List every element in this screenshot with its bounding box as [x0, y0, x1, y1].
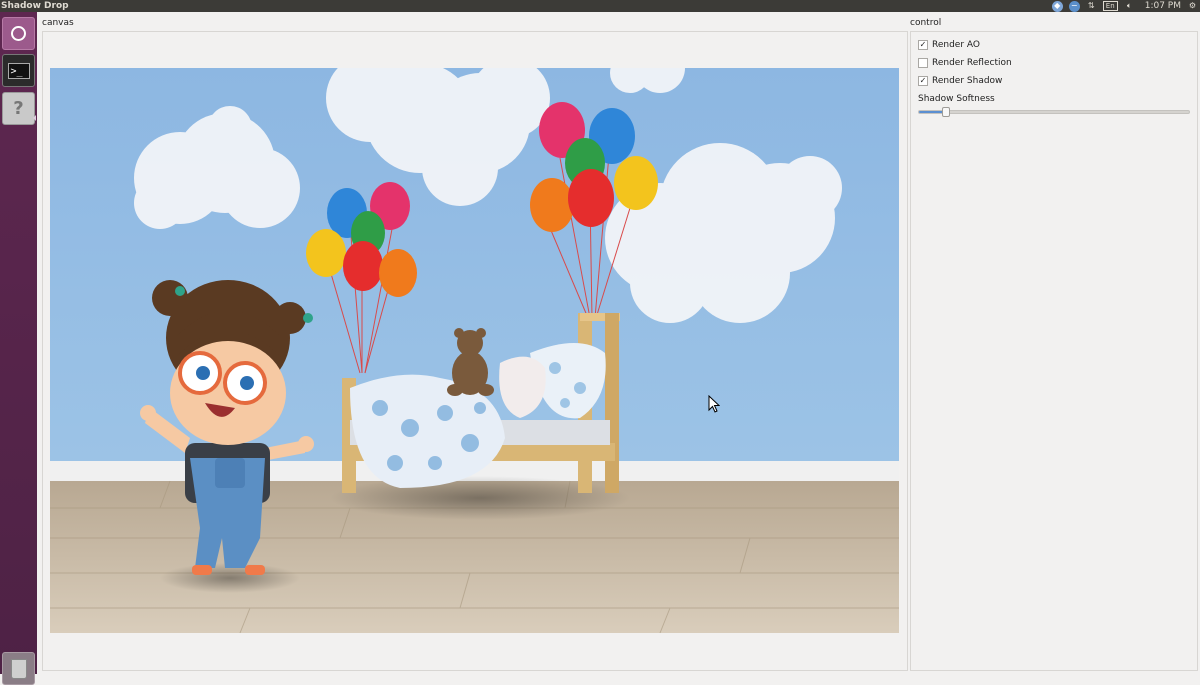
checkbox-box[interactable]	[918, 58, 928, 68]
render-ao-checkbox[interactable]: ✓ Render AO	[918, 38, 980, 52]
launcher-item-trash[interactable]	[2, 652, 35, 685]
keyboard-layout-indicator[interactable]: En	[1102, 1, 1118, 11]
gear-icon[interactable]: ⚙	[1187, 1, 1198, 12]
shadow-softness-label: Shadow Softness	[918, 94, 995, 104]
shadow-softness-slider[interactable]	[918, 107, 1190, 117]
mouse-cursor-icon	[708, 395, 720, 413]
render-reflection-checkbox[interactable]: Render Reflection	[918, 56, 1012, 70]
checkbox-label: Render Shadow	[932, 76, 1003, 86]
network-icon[interactable]: −	[1068, 0, 1080, 12]
canvas-group-label: canvas	[42, 18, 74, 28]
render-shadow-checkbox[interactable]: ✓ Render Shadow	[918, 74, 1002, 88]
launcher-item-help[interactable]: ?	[2, 92, 35, 125]
volume-icon[interactable]: 🔈︎	[1124, 1, 1135, 12]
active-app-pip	[33, 115, 36, 121]
checkbox-box[interactable]: ✓	[918, 76, 928, 86]
terminal-icon: >_	[7, 62, 30, 79]
trash-icon	[10, 658, 27, 679]
ubuntu-logo-icon	[11, 26, 26, 41]
slider-handle[interactable]	[942, 107, 950, 117]
question-icon: ?	[13, 98, 24, 119]
transfer-icon[interactable]: ⇅	[1086, 1, 1097, 12]
launcher: >_ ?	[0, 12, 37, 685]
top-panel: Shadow Drop ◆ − ⇅ En 🔈︎ 1:07 PM ⚙	[0, 0, 1200, 12]
dropbox-icon[interactable]: ◆	[1051, 0, 1063, 12]
control-group-label: control	[910, 18, 942, 28]
launcher-item-dash-home[interactable]	[2, 17, 35, 50]
window-title: Shadow Drop	[1, 1, 69, 11]
scene-illustration	[50, 68, 899, 633]
render-canvas[interactable]	[50, 68, 899, 633]
checkbox-label: Render Reflection	[932, 58, 1012, 68]
control-frame	[910, 31, 1198, 671]
checkbox-box[interactable]: ✓	[918, 40, 928, 50]
clock[interactable]: 1:07 PM	[1145, 0, 1181, 12]
launcher-item-terminal[interactable]: >_	[2, 54, 35, 87]
checkbox-label: Render AO	[932, 40, 980, 50]
indicator-area: ◆ − ⇅ En 🔈︎ 1:07 PM ⚙	[1051, 0, 1198, 12]
